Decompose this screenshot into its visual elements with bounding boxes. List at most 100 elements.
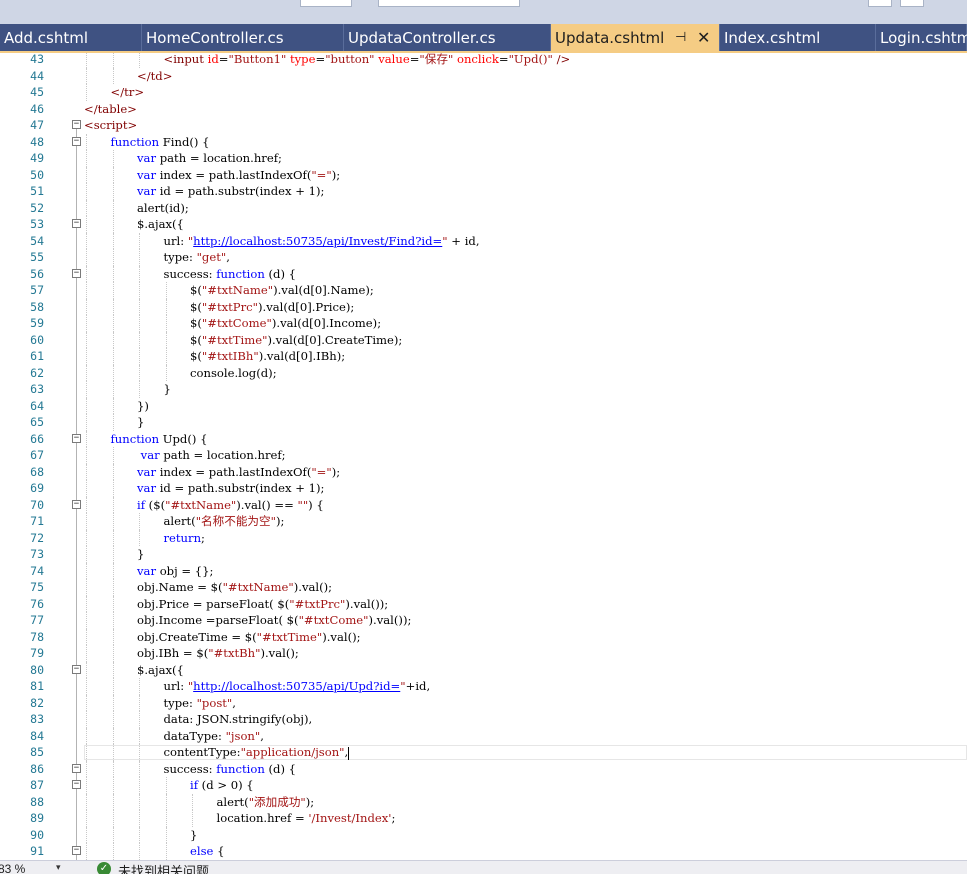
code-line[interactable]: 65}: [0, 414, 967, 431]
code-line[interactable]: 56 − success: function (d) {: [0, 265, 967, 282]
indent-guide: [139, 331, 140, 348]
code-line[interactable]: 85 contentType:"application/json",: [0, 744, 967, 761]
code-line[interactable]: 43 <input id="Button1" type="button" valu…: [0, 53, 967, 68]
code-text: dataType: "json",: [164, 728, 264, 745]
code-line[interactable]: 70 − if ($("#txtName").val() == "") {: [0, 496, 967, 513]
code-line[interactable]: 57 $("#txtName").val(d[0].Name);: [0, 282, 967, 299]
code-line[interactable]: 87 − if (d > 0) {: [0, 777, 967, 794]
close-icon[interactable]: ✕: [697, 24, 710, 51]
code-token: +id,: [405, 679, 431, 693]
code-line[interactable]: 51 var id = path.substr(index + 1);: [0, 183, 967, 200]
code-text: var path = location.href;: [137, 447, 286, 464]
code-line[interactable]: 48 − function Find() {: [0, 133, 967, 150]
indent-guide: [112, 331, 114, 348]
tab-add-cshtml[interactable]: Add.cshtml: [0, 24, 142, 51]
toolbar-combo[interactable]: [300, 0, 352, 7]
code-line[interactable]: 68 var index = path.lastIndexOf("=");: [0, 463, 967, 480]
tab-updatacontroller-cs[interactable]: UpdataController.cs: [344, 24, 551, 51]
code-line[interactable]: 81 url: "http://localhost:50735/api/Upd?i…: [0, 678, 967, 695]
code-line[interactable]: 72 return;: [0, 529, 967, 546]
code-line[interactable]: 47 − <script>: [0, 117, 967, 134]
code-token: function: [110, 134, 160, 149]
code-line[interactable]: 91 − else {: [0, 843, 967, 860]
code-text: contentType:"application/json",: [164, 744, 350, 761]
line-number: 81: [30, 679, 44, 693]
issues-status[interactable]: 未找到相关问题: [118, 861, 209, 874]
code-line[interactable]: 74 var obj = {};: [0, 562, 967, 579]
code-line[interactable]: 71 alert("名称不能为空");: [0, 513, 967, 530]
collapse-icon[interactable]: −: [72, 120, 81, 129]
code-token: "=": [311, 167, 332, 182]
code-line[interactable]: 80 − $.ajax({: [0, 661, 967, 678]
line-number: 59: [30, 316, 44, 330]
code-line[interactable]: 59 $("#txtCome").val(d[0].Income);: [0, 315, 967, 332]
collapse-icon[interactable]: −: [72, 780, 81, 789]
tab-index-cshtml[interactable]: Index.cshtml: [720, 24, 876, 51]
toolbar-combo[interactable]: [378, 0, 520, 7]
indent-guide: [139, 298, 140, 315]
collapse-icon[interactable]: −: [72, 664, 81, 674]
tab-updata-cshtml[interactable]: Updata.cshtml ⊣ ✕: [551, 24, 720, 51]
collapse-icon[interactable]: −: [72, 219, 81, 228]
code-line[interactable]: 84 dataType: "json",: [0, 727, 967, 745]
zoom-level[interactable]: 83 %: [0, 862, 25, 874]
toolbar-button[interactable]: [900, 0, 924, 7]
code-line[interactable]: 69 var id = path.substr(index + 1);: [0, 480, 967, 497]
line-number: 71: [30, 514, 44, 528]
indent-guide: [112, 711, 114, 728]
code-line[interactable]: 64}): [0, 397, 967, 414]
indent-guide: [139, 348, 140, 365]
line-number: 83: [30, 712, 44, 726]
indent-guide: [165, 298, 167, 315]
code-line[interactable]: 54 url: "http://localhost:50735/api/Inves…: [0, 232, 967, 249]
code-line[interactable]: 46 </table>: [0, 101, 967, 118]
tab-homecontroller-cs[interactable]: HomeController.cs: [142, 24, 344, 51]
code-token: function: [216, 266, 265, 281]
code-line[interactable]: 53 − $.ajax({: [0, 216, 967, 233]
code-line[interactable]: 45 </tr>: [0, 84, 967, 101]
code-line[interactable]: 79 obj.IBh = $("#txtBh").val();: [0, 645, 967, 662]
code-token: var: [137, 464, 157, 479]
code-editor[interactable]: 43 <input id="Button1" type="button" valu…: [0, 53, 967, 860]
code-line[interactable]: 55 type: "get",: [0, 249, 967, 266]
collapse-icon[interactable]: −: [72, 763, 81, 773]
code-line[interactable]: 49 var path = location.href;: [0, 150, 967, 167]
code-line[interactable]: 76 obj.Price = parseFloat( $("#txtPrc").v…: [0, 595, 967, 612]
code-line[interactable]: 61 $("#txtIBh").val(d[0].IBh);: [0, 348, 967, 365]
code-link[interactable]: http://localhost:50735/api/Upd?id=: [193, 679, 400, 693]
code-line[interactable]: 82 type: "post",: [0, 694, 967, 711]
indent-guide: [86, 760, 87, 777]
collapse-icon[interactable]: −: [72, 499, 81, 509]
code-line[interactable]: 62 console.log(d);: [0, 364, 967, 381]
code-line[interactable]: 78 obj.CreateTime = $("#txtTime").val();: [0, 628, 967, 645]
code-line[interactable]: 89 location.href = '/Invest/Index';: [0, 810, 967, 827]
toolbar-button[interactable]: [868, 0, 892, 7]
code-link[interactable]: http://localhost:50735/api/Invest/Find?i…: [193, 234, 442, 248]
code-line[interactable]: 90}: [0, 826, 967, 843]
code-line[interactable]: 60 $("#txtTime").val(d[0].CreateTime);: [0, 331, 967, 348]
code-line[interactable]: 67 var path = location.href;: [0, 447, 967, 464]
code-line[interactable]: 75 obj.Name = $("#txtName").val();: [0, 579, 967, 596]
indent-guide: [112, 480, 114, 497]
code-line[interactable]: 66 − function Upd() {: [0, 430, 967, 447]
collapse-icon[interactable]: −: [72, 268, 81, 278]
code-line[interactable]: 52 alert(id);: [0, 199, 967, 216]
code-line[interactable]: 44 </td>: [0, 67, 967, 84]
chevron-down-icon[interactable]: ▾: [56, 862, 61, 873]
collapse-icon[interactable]: −: [72, 846, 81, 855]
pin-icon[interactable]: ⊣: [675, 24, 686, 51]
code-line[interactable]: 86 − success: function (d) {: [0, 760, 967, 777]
collapse-icon[interactable]: −: [72, 136, 81, 146]
indent-guide: [139, 513, 140, 530]
code-line[interactable]: 58 $("#txtPrc").val(d[0].Price);: [0, 298, 967, 315]
indent-guide: [112, 249, 114, 266]
code-line[interactable]: 77 obj.Income =parseFloat( $("#txtCome").…: [0, 612, 967, 629]
code-line[interactable]: 73}: [0, 546, 967, 563]
code-line[interactable]: 88 alert("添加成功");: [0, 793, 967, 810]
indent-guide: [86, 744, 87, 761]
tab-login-cshtml[interactable]: Login.cshtml: [876, 24, 967, 51]
code-line[interactable]: 83 data: JSON.stringify(obj),: [0, 711, 967, 728]
code-line[interactable]: 63}: [0, 381, 967, 398]
collapse-icon[interactable]: −: [72, 433, 81, 443]
code-line[interactable]: 50 var index = path.lastIndexOf("=");: [0, 166, 967, 183]
